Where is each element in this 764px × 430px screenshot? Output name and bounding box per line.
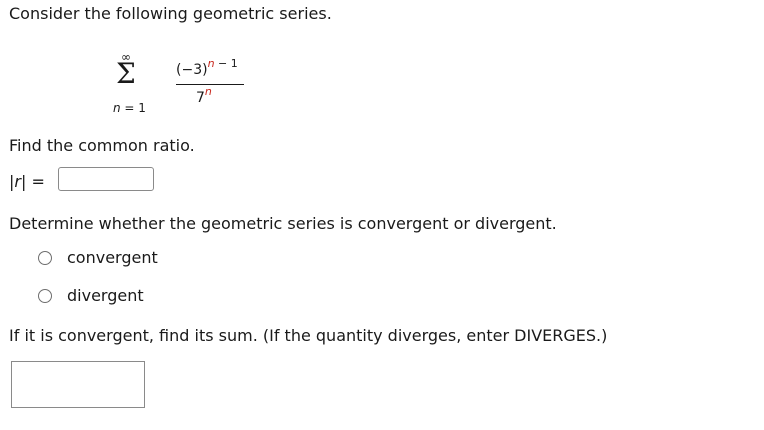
radio-button-divergent[interactable] [38,288,52,303]
convergence-prompt: Determine whether the geometric series i… [9,214,557,233]
denominator-exponent: n [204,85,212,98]
radio-button-convergent[interactable] [38,250,52,265]
series-numerator: (−3)n − 1 [176,57,238,78]
numerator-exponent-variable: n [207,57,215,70]
sigma-lower-limit: n = 1 [113,101,146,115]
option-divergent-label: divergent [67,286,144,305]
option-convergent-label: convergent [67,248,158,267]
lower-limit-variable: n [113,101,121,115]
numerator-exponent-rest: − 1 [214,57,238,70]
question-intro: Consider the following geometric series. [9,4,332,23]
ratio-label: |r| = [9,172,45,191]
sigma-symbol: Σ [116,57,136,90]
ratio-label-close: | = [20,172,45,191]
ratio-label-variable: r [14,172,21,191]
lower-limit-value: = 1 [120,101,146,115]
ratio-answer-input[interactable] [58,167,154,191]
sum-prompt: If it is convergent, find its sum. (If t… [9,326,608,345]
sum-answer-input[interactable] [11,361,145,408]
option-convergent[interactable]: convergent [38,248,158,267]
find-ratio-prompt: Find the common ratio. [9,136,195,155]
denominator-base: 7 [196,90,205,106]
series-denominator: 7n [196,85,212,106]
option-divergent[interactable]: divergent [38,286,144,305]
numerator-base: (−3) [176,62,208,78]
